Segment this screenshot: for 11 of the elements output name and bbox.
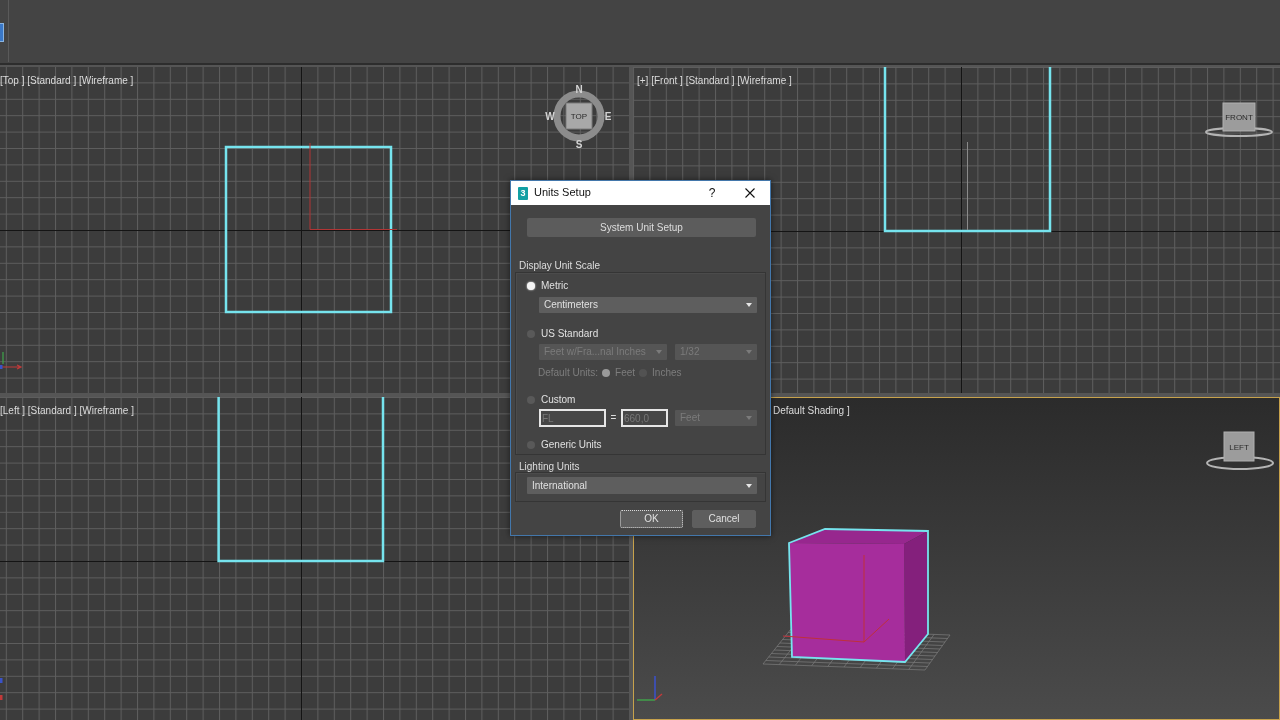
compass-letter: S xyxy=(575,138,583,150)
compass-letter: E xyxy=(604,110,612,122)
dialog-title: Units Setup xyxy=(534,186,591,200)
group-title: Display Unit Scale xyxy=(519,260,602,272)
compass-letter: N xyxy=(575,83,583,95)
viewcube-face-label: FRONT xyxy=(1225,113,1253,122)
equals-sign: = xyxy=(609,412,618,424)
app-logo: 3 xyxy=(518,186,528,200)
viewcube-face-label: LEFT xyxy=(1229,442,1249,452)
compass-letter: W xyxy=(545,110,555,122)
group-title: Lighting Units xyxy=(519,461,581,472)
